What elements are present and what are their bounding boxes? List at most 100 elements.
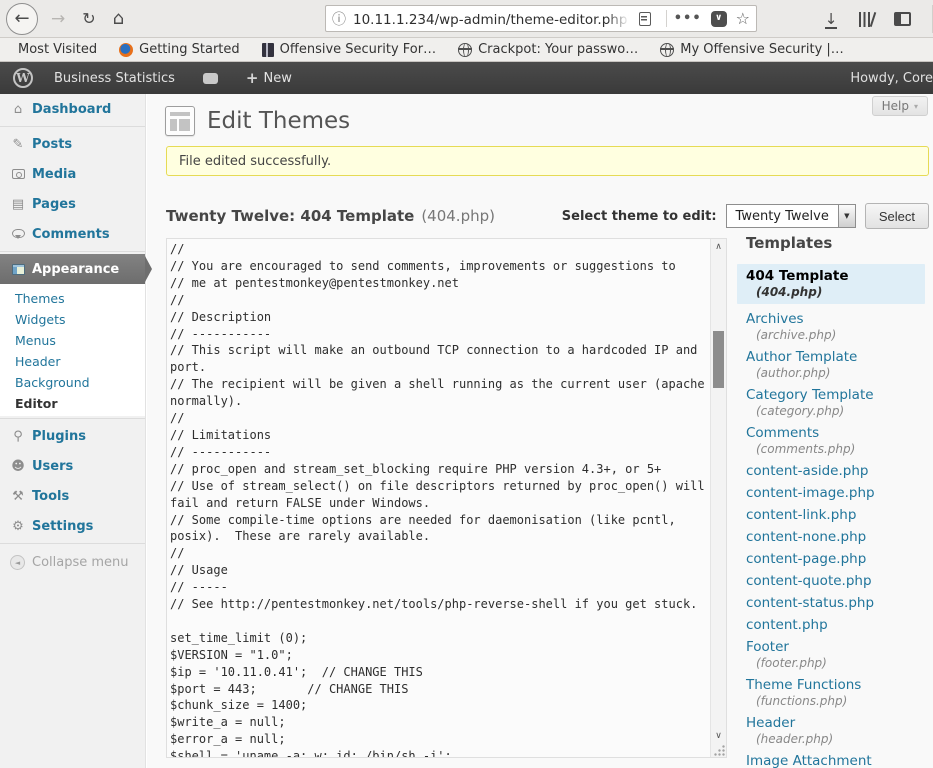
submenu-item-background[interactable]: Background bbox=[0, 372, 145, 393]
sidebar-item-plugins[interactable]: ⚲Plugins bbox=[0, 421, 145, 451]
template-link[interactable]: content-none.php bbox=[746, 530, 925, 545]
submenu-item-header[interactable]: Header bbox=[0, 351, 145, 372]
template-item: content-aside.php bbox=[737, 464, 925, 479]
template-link[interactable]: content-image.php bbox=[746, 486, 925, 501]
template-item: content-none.php bbox=[737, 530, 925, 545]
page-header: Edit Themes bbox=[165, 106, 350, 136]
template-item: 404 Template(404.php) bbox=[737, 264, 925, 304]
template-link[interactable]: 404 Template bbox=[746, 269, 917, 284]
back-button[interactable]: ← bbox=[6, 3, 38, 35]
template-link[interactable]: content.php bbox=[746, 618, 925, 633]
help-button[interactable]: Help ▾ bbox=[872, 96, 928, 116]
template-link[interactable]: Footer bbox=[746, 640, 925, 655]
code-content[interactable]: // // You are encouraged to send comment… bbox=[167, 239, 710, 757]
sidebar-item-label: Plugins bbox=[32, 429, 86, 444]
template-link[interactable]: Author Template bbox=[746, 350, 925, 365]
template-link[interactable]: Header bbox=[746, 716, 925, 731]
scroll-up-icon[interactable]: ∧ bbox=[711, 241, 726, 254]
help-label: Help bbox=[882, 99, 909, 113]
reload-button[interactable]: ↻ bbox=[82, 9, 95, 28]
globe-icon bbox=[458, 43, 472, 57]
template-link[interactable]: content-quote.php bbox=[746, 574, 925, 589]
sidebar-item-label: Users bbox=[32, 459, 73, 474]
sidebar-item-label: Appearance bbox=[32, 262, 119, 277]
offsec-icon bbox=[262, 43, 274, 57]
new-content-button[interactable]: + New bbox=[246, 69, 292, 87]
sidebar-item-label: Tools bbox=[32, 489, 69, 504]
pocket-icon[interactable]: ∨ bbox=[711, 11, 727, 27]
pages-icon: ▤ bbox=[8, 197, 28, 212]
template-link[interactable]: Comments bbox=[746, 426, 925, 441]
sidebar-item-comments[interactable]: Comments bbox=[0, 219, 145, 249]
library-icon[interactable] bbox=[859, 12, 873, 27]
templates-panel: Templates 404 Template(404.php)Archives(… bbox=[737, 234, 933, 768]
bookmark-item[interactable]: Most Visited bbox=[12, 42, 97, 57]
template-file-name: (author.php) bbox=[756, 367, 925, 380]
template-link[interactable]: Theme Functions bbox=[746, 678, 925, 693]
template-link[interactable]: Category Template bbox=[746, 388, 925, 403]
template-item: Author Template (author.php) bbox=[737, 350, 925, 380]
select-dropdown-arrow-icon: ▼ bbox=[838, 205, 855, 227]
reader-mode-icon[interactable] bbox=[639, 12, 651, 26]
template-link[interactable]: content-status.php bbox=[746, 596, 925, 611]
page-actions-icon[interactable]: ••• bbox=[674, 11, 702, 26]
sidebar-item-pages[interactable]: ▤Pages bbox=[0, 189, 145, 219]
url-bar[interactable]: ⓘ 10.11.1.234/wp-admin/theme-editor.php?… bbox=[325, 5, 757, 32]
bookmark-item[interactable]: Crackpot: Your passwo… bbox=[458, 42, 638, 57]
forward-button[interactable]: → bbox=[51, 9, 65, 29]
bookmark-item[interactable]: Getting Started bbox=[119, 42, 240, 57]
site-info-icon[interactable]: ⓘ bbox=[332, 9, 346, 29]
comment-bubble-icon bbox=[203, 73, 218, 84]
url-text-wrap: 10.11.1.234/wp-admin/theme-editor.php?fi… bbox=[353, 9, 633, 28]
template-link[interactable]: content-page.php bbox=[746, 552, 925, 567]
howdy-account-link[interactable]: Howdy, Core bbox=[850, 71, 933, 86]
downloads-icon[interactable]: ↓ bbox=[824, 10, 838, 28]
site-name-link[interactable]: Business Statistics bbox=[54, 71, 175, 86]
editor-scrollbar[interactable]: ∧ ∨ bbox=[710, 239, 726, 757]
bookmark-label: Crackpot: Your passwo… bbox=[478, 42, 638, 57]
select-theme-button[interactable]: Select bbox=[865, 203, 929, 229]
sidebar-item-label: Media bbox=[32, 167, 76, 182]
scrollbar-thumb[interactable] bbox=[713, 331, 724, 388]
collapse-menu-button[interactable]: ◄Collapse menu bbox=[0, 552, 145, 572]
template-item: Footer(footer.php) bbox=[737, 640, 925, 670]
home-button[interactable]: ⌂ bbox=[113, 8, 124, 29]
template-item: Archives(archive.php) bbox=[737, 312, 925, 342]
sidebar-item-dashboard[interactable]: ⌂Dashboard bbox=[0, 94, 145, 124]
sidebar-toggle-icon[interactable] bbox=[894, 12, 911, 26]
theme-code-editor[interactable]: // // You are encouraged to send comment… bbox=[166, 238, 727, 758]
screen: ← → ↻ ⌂ ⓘ 10.11.1.234/wp-admin/theme-edi… bbox=[0, 0, 933, 768]
toolbar-right-icons: ↓ bbox=[824, 0, 911, 38]
sidebar-item-settings[interactable]: ⚙Settings bbox=[0, 511, 145, 541]
submenu-item-menus[interactable]: Menus bbox=[0, 330, 145, 351]
template-link[interactable]: content-link.php bbox=[746, 508, 925, 523]
submenu-item-widgets[interactable]: Widgets bbox=[0, 309, 145, 330]
bookmark-item[interactable]: My Offensive Security |… bbox=[660, 42, 844, 57]
scroll-down-icon[interactable]: ∨ bbox=[711, 730, 726, 743]
bookmark-star-icon[interactable]: ☆ bbox=[736, 9, 750, 28]
urlbar-separator bbox=[666, 10, 667, 27]
main-content: Help ▾ Edit Themes File edited successfu… bbox=[147, 94, 933, 768]
bookmark-label: Offensive Security For… bbox=[280, 42, 436, 57]
sidebar-item-posts[interactable]: ✎Posts bbox=[0, 129, 145, 159]
submenu-item-editor[interactable]: Editor bbox=[0, 393, 145, 414]
template-link[interactable]: content-aside.php bbox=[746, 464, 925, 479]
template-item: content-image.php bbox=[737, 486, 925, 501]
chevron-down-icon: ▾ bbox=[914, 102, 918, 111]
sidebar-item-media[interactable]: Media bbox=[0, 159, 145, 189]
bookmark-item[interactable]: Offensive Security For… bbox=[262, 42, 436, 57]
theme-select[interactable]: Twenty Twelve ▼ bbox=[726, 204, 856, 228]
select-theme-label: Select theme to edit: bbox=[562, 209, 717, 224]
sidebar-item-users[interactable]: ☻Users bbox=[0, 451, 145, 481]
sidebar-item-label: Comments bbox=[32, 227, 110, 242]
notice-text: File edited successfully. bbox=[179, 154, 331, 169]
template-item: Theme Functions(functions.php) bbox=[737, 678, 925, 708]
template-link[interactable]: Image Attachment Template bbox=[746, 754, 925, 768]
comments-bubble-button[interactable] bbox=[203, 73, 218, 84]
wp-logo[interactable]: W bbox=[0, 68, 46, 88]
resize-grip[interactable] bbox=[713, 744, 725, 756]
template-link[interactable]: Archives bbox=[746, 312, 925, 327]
sidebar-item-appearance[interactable]: Appearance bbox=[0, 254, 145, 284]
sidebar-item-tools[interactable]: ⚒Tools bbox=[0, 481, 145, 511]
submenu-item-themes[interactable]: Themes bbox=[0, 288, 145, 309]
